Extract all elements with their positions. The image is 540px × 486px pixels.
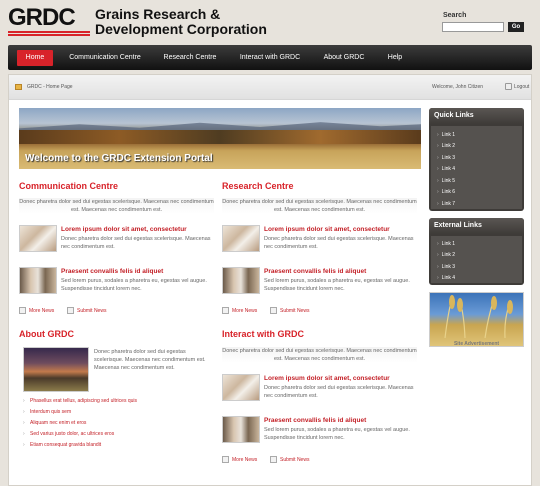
nav-about-grdc[interactable]: About GRDC	[316, 50, 372, 66]
logout-link[interactable]: Logout	[514, 84, 529, 90]
nav-interact-with-grdc[interactable]: Interact with GRDC	[232, 50, 308, 66]
nav-research-centre[interactable]: Research Centre	[156, 50, 224, 66]
about-grdc-title: About GRDC	[19, 329, 74, 339]
site-header: GRDC Grains Research & Development Corpo…	[0, 0, 540, 44]
org-name-line2: Development Corporation	[95, 21, 267, 37]
about-link[interactable]: Etiam consequat gravida blandit	[23, 440, 137, 451]
external-links-list: Link 1 Link 2 Link 3 Link 4	[431, 236, 522, 283]
news-headline[interactable]: Lorem ipsum dolor sit amet, consectetur	[264, 375, 390, 382]
news-summary: Donec pharetra dolor sed dui egestas sce…	[264, 236, 414, 250]
quick-link[interactable]: Link 4	[437, 166, 455, 172]
quick-links-title: Quick Links	[429, 108, 524, 124]
interact-intro: Donec pharetra dolor sed dui egestas sce…	[222, 347, 417, 363]
welcome-message: Welcome, John Citizen	[432, 84, 484, 90]
more-news-icon[interactable]	[222, 456, 229, 463]
banner-title: Welcome to the GRDC Extension Portal	[25, 153, 213, 164]
nav-help[interactable]: Help	[380, 50, 410, 66]
news-thumbnail[interactable]	[19, 225, 57, 252]
quick-link[interactable]: Link 5	[437, 178, 455, 184]
about-link[interactable]: Phasellus erat tellus, adipiscing sed ul…	[23, 396, 137, 407]
interact-title: Interact with GRDC	[222, 329, 305, 339]
communication-centre-title: Communication Centre	[19, 181, 119, 191]
news-summary: Sed lorem purus, sodales a pharetra eu, …	[264, 427, 410, 441]
external-link[interactable]: Link 4	[437, 275, 455, 281]
quick-link[interactable]: Link 3	[437, 155, 455, 161]
research-intro: Donec pharetra dolor sed dui egestas sce…	[222, 198, 417, 214]
external-links-title: External Links	[429, 218, 524, 234]
quick-link[interactable]: Link 2	[437, 143, 455, 149]
hero-banner: Welcome to the GRDC Extension Portal	[19, 108, 421, 169]
communication-intro: Donec pharetra dolor sed dui egestas sce…	[19, 198, 214, 214]
external-links-box: External Links Link 1 Link 2 Link 3 Link…	[429, 218, 524, 285]
news-thumbnail[interactable]	[222, 225, 260, 252]
nav-home[interactable]: Home	[17, 50, 53, 66]
submit-news-icon[interactable]	[270, 456, 277, 463]
external-link[interactable]: Link 3	[437, 264, 455, 270]
more-news-link[interactable]: More News	[232, 457, 257, 463]
news-summary: Donec pharetra dolor sed dui egestas sce…	[61, 236, 211, 250]
main-nav: Home Communication Centre Research Centr…	[8, 45, 532, 70]
news-headline[interactable]: Praesent convallis felis id aliquet	[264, 417, 366, 424]
external-link[interactable]: Link 1	[437, 241, 455, 247]
news-thumbnail[interactable]	[222, 374, 260, 401]
news-headline[interactable]: Lorem ipsum dolor sit amet, consectetur	[61, 226, 187, 233]
quick-link[interactable]: Link 1	[437, 132, 455, 138]
about-text: Donec pharetra dolor sed dui egestas sce…	[94, 349, 206, 371]
external-link[interactable]: Link 2	[437, 252, 455, 258]
breadcrumb-bar: GRDC - Home Page Welcome, John Citizen L…	[9, 75, 531, 100]
news-thumbnail[interactable]	[222, 267, 260, 294]
logout-icon[interactable]	[505, 83, 512, 90]
news-headline[interactable]: Lorem ipsum dolor sit amet, consectetur	[264, 226, 390, 233]
submit-news-icon[interactable]	[270, 307, 277, 314]
about-link[interactable]: Interdum quis sem	[23, 407, 137, 418]
news-summary: Sed lorem purus, sodales a pharetra eu, …	[264, 278, 410, 292]
content-panel: GRDC - Home Page Welcome, John Citizen L…	[8, 74, 532, 486]
quick-links-list: Link 1 Link 2 Link 3 Link 4 Link 5 Link …	[431, 126, 522, 209]
quick-links-box: Quick Links Link 1 Link 2 Link 3 Link 4 …	[429, 108, 524, 211]
more-news-icon[interactable]	[222, 307, 229, 314]
more-news-link[interactable]: More News	[29, 308, 54, 314]
logo-wordmark: GRDC	[8, 4, 76, 31]
news-thumbnail[interactable]	[222, 416, 260, 443]
news-summary: Donec pharetra dolor sed dui egestas sce…	[264, 385, 414, 399]
org-name-line1: Grains Research &	[95, 6, 221, 22]
submit-news-link[interactable]: Submit News	[280, 308, 309, 314]
home-icon[interactable]	[15, 84, 22, 90]
search-input[interactable]	[442, 22, 504, 32]
logo-stripes	[8, 31, 90, 37]
breadcrumb[interactable]: GRDC - Home Page	[27, 84, 73, 90]
about-link-list: Phasellus erat tellus, adipiscing sed ul…	[23, 396, 137, 451]
research-centre-title: Research Centre	[222, 181, 294, 191]
more-news-icon[interactable]	[19, 307, 26, 314]
submit-news-link[interactable]: Submit News	[280, 457, 309, 463]
news-headline[interactable]: Praesent convallis felis id aliquet	[264, 268, 366, 275]
about-link[interactable]: Sed varius justo dolor, ac ultrices eros	[23, 429, 137, 440]
about-image	[23, 347, 89, 392]
about-link[interactable]: Aliquam nec enim et eros	[23, 418, 137, 429]
site-advertisement[interactable]	[429, 292, 524, 347]
news-summary: Sed lorem purus, sodales a pharetra eu, …	[61, 278, 207, 292]
search-label: Search	[443, 12, 467, 19]
org-name: Grains Research & Development Corporatio…	[95, 7, 267, 37]
quick-link[interactable]: Link 7	[437, 201, 455, 207]
advertisement-caption: Site Advertisement	[453, 341, 500, 347]
submit-news-link[interactable]: Submit News	[77, 308, 106, 314]
quick-link[interactable]: Link 6	[437, 189, 455, 195]
wheat-illustration	[444, 295, 513, 339]
banner-trees	[19, 130, 421, 144]
news-headline[interactable]: Praesent convallis felis id aliquet	[61, 268, 163, 275]
more-news-link[interactable]: More News	[232, 308, 257, 314]
nav-communication-centre[interactable]: Communication Centre	[60, 50, 150, 66]
submit-news-icon[interactable]	[67, 307, 74, 314]
news-thumbnail[interactable]	[19, 267, 57, 294]
search-go-button[interactable]: Go	[508, 22, 524, 32]
